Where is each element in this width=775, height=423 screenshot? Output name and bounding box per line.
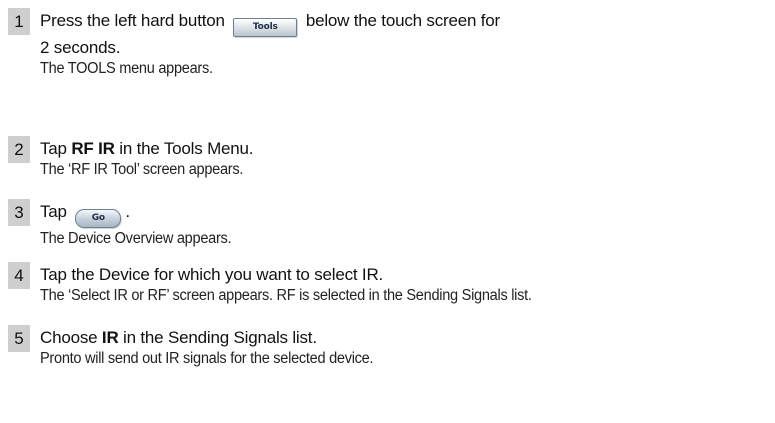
step-content: Tap Go. The Device Overview appears.: [40, 201, 244, 250]
instruction-text: Choose: [40, 328, 102, 347]
step-instruction: Press the left hard button Tools below t…: [40, 10, 500, 37]
tools-button-image: Tools: [233, 18, 298, 37]
instruction-text: Press the left hard button: [40, 11, 225, 30]
step-result: The TOOLS menu appears.: [40, 60, 213, 77]
instruction-text: Tap: [40, 139, 72, 158]
step-content: Tap RF IR in the Tools Menu. The ‘RF IR …: [40, 138, 256, 181]
step-number: 1: [8, 8, 30, 35]
step-number: 2: [8, 136, 30, 163]
instruction-text: below the touch screen for: [305, 11, 501, 30]
step-instruction: Tap Go.: [40, 201, 244, 228]
step-instruction-line2: 2 seconds.: [40, 38, 121, 57]
instruction-text: Tap: [40, 202, 67, 221]
step-number: 5: [8, 325, 30, 352]
instruction-bold: IR: [101, 328, 119, 347]
step-result: The Device Overview appears.: [40, 230, 232, 247]
go-button-image: Go: [75, 209, 122, 228]
step-number: 4: [8, 262, 30, 289]
instruction-bold: RF IR: [71, 139, 115, 158]
step-result: The ‘RF IR Tool’ screen appears.: [40, 161, 244, 178]
step-content: Press the left hard button Tools below t…: [40, 10, 500, 80]
step-result: The ‘Select IR or RF’ screen appears. RF…: [40, 287, 532, 304]
instruction-text: in the Sending Signals list.: [118, 328, 317, 347]
step-instruction: Tap RF IR in the Tools Menu.: [40, 138, 256, 159]
instruction-text: .: [125, 202, 130, 221]
instruction-steps: 1 Press the left hard button Tools below…: [0, 0, 775, 423]
step-instruction: Choose IR in the Sending Signals list.: [40, 327, 395, 348]
step-result: Pronto will send out IR signals for the …: [40, 350, 374, 367]
step-number: 3: [8, 199, 30, 226]
step-content: Choose IR in the Sending Signals list. P…: [40, 327, 395, 370]
step-content: Tap the Device for which you want to sel…: [40, 264, 563, 307]
step-instruction: Tap the Device for which you want to sel…: [40, 265, 384, 284]
instruction-text: in the Tools Menu.: [114, 139, 254, 158]
